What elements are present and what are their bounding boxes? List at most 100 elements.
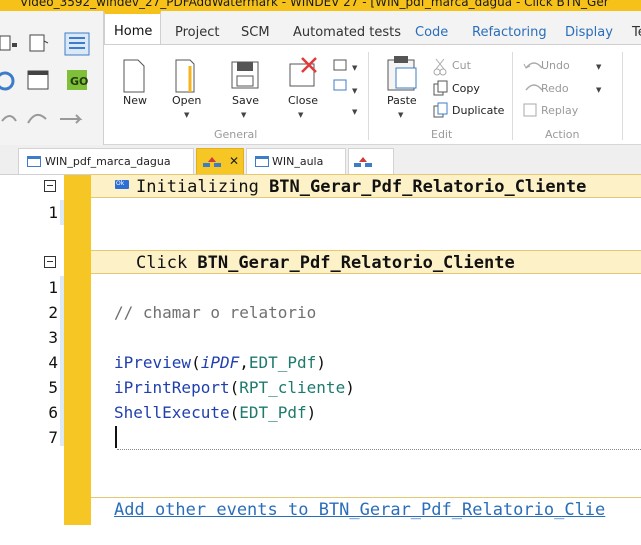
constant-arg: iPDF xyxy=(200,353,240,372)
undo-icon xyxy=(523,62,543,69)
cut-button[interactable]: Cut xyxy=(452,59,471,72)
replay-button[interactable]: Replay xyxy=(541,104,578,117)
tab-home-label: Home xyxy=(114,24,153,39)
save-dropdown-icon[interactable]: ▼ xyxy=(241,111,246,119)
paste-icon xyxy=(387,56,417,91)
window-title: Video_3592_windev_27_PDFAddWatermark - W… xyxy=(20,0,609,9)
line-number: 6 xyxy=(48,403,58,422)
tab-display[interactable]: Display xyxy=(565,25,613,40)
undo-button[interactable]: Undo xyxy=(541,59,570,72)
code-line-ipreview[interactable]: iPreview(iPDF,EDT_Pdf) xyxy=(114,353,326,372)
modified-lines-marker xyxy=(60,276,64,446)
document-tabs: WIN_pdf_marca_dagua ✕ WIN_aula xyxy=(0,145,641,175)
doc-tab-win-aula[interactable]: WIN_aula xyxy=(246,148,346,174)
line-number: 5 xyxy=(48,378,58,397)
scissors-icon xyxy=(433,58,447,76)
paren: ( xyxy=(229,378,240,397)
open-dropdown-icon[interactable]: ▼ xyxy=(184,111,189,119)
tab-refactoring[interactable]: Refactoring xyxy=(472,25,547,40)
quick-access-icons: GO xyxy=(0,32,90,124)
doc-tab-win-pdf-marca-dagua[interactable]: WIN_pdf_marca_dagua xyxy=(18,148,194,174)
redo-arrow-icon xyxy=(27,113,47,124)
close-dropdown-icon[interactable]: ▼ xyxy=(298,111,303,119)
group-separator xyxy=(512,52,513,140)
function-name: iPrintReport xyxy=(114,378,230,397)
go-icon: GO xyxy=(67,70,88,90)
new-button[interactable]: New xyxy=(123,94,147,107)
paren: ) xyxy=(306,403,317,422)
line-number: 2 xyxy=(48,303,58,322)
event-header-text: Click BTN_Gerar_Pdf_Relatorio_Cliente xyxy=(136,253,515,273)
code-element-icon xyxy=(354,157,372,167)
paste-button[interactable]: Paste xyxy=(387,94,417,107)
event-margin-bar xyxy=(64,175,91,525)
line-number: 1 xyxy=(48,278,58,297)
title-bar: Video_3592_windev_27_PDFAddWatermark - W… xyxy=(0,0,641,11)
tab-more[interactable]: Te xyxy=(632,25,641,40)
line-number: 7 xyxy=(48,428,58,447)
duplicate-button[interactable]: Duplicate xyxy=(452,104,504,117)
paren: ( xyxy=(229,403,240,422)
code-element-icon xyxy=(203,157,221,167)
window-icon xyxy=(27,156,41,167)
action-group-label: Action xyxy=(545,128,580,141)
events-separator xyxy=(91,497,641,498)
code-comment-line[interactable]: // chamar o relatorio xyxy=(114,303,316,322)
collapse-event2-icon[interactable] xyxy=(44,256,56,268)
line-number: 4 xyxy=(48,353,58,372)
open-icon xyxy=(175,59,195,93)
paren: ( xyxy=(191,353,201,372)
quick-access-panel: GO xyxy=(0,11,104,145)
line-number: 1 xyxy=(48,203,58,222)
tools-dropdown-2-icon[interactable]: ▼ xyxy=(352,87,357,95)
add-other-events-link[interactable]: Add other events to BTN_Gerar_Pdf_Relato… xyxy=(114,500,605,520)
tab-project[interactable]: Project xyxy=(175,25,219,40)
save-button[interactable]: Save xyxy=(232,94,259,107)
redo-button[interactable]: Redo xyxy=(541,82,569,95)
ok-badge-text: Ok xyxy=(116,180,125,187)
close-tab-icon[interactable]: ✕ xyxy=(229,154,239,168)
open-button[interactable]: Open xyxy=(172,94,201,107)
group-separator xyxy=(368,52,369,140)
close-button[interactable]: Close xyxy=(288,94,318,107)
collapse-event1-icon[interactable] xyxy=(44,180,56,192)
tab-scm[interactable]: SCM xyxy=(241,25,270,40)
tab-code[interactable]: Code xyxy=(415,25,448,40)
folder-icon xyxy=(29,34,49,52)
control-arg: EDT_Pdf xyxy=(248,353,317,372)
copy-button[interactable]: Copy xyxy=(452,82,480,95)
general-group-label: General xyxy=(214,128,258,141)
redo-icon xyxy=(525,84,543,91)
undo-dropdown-icon[interactable]: ▼ xyxy=(596,63,601,71)
duplicate-icon xyxy=(433,102,448,118)
paren: ) xyxy=(345,378,355,397)
tab-automated-tests[interactable]: Automated tests xyxy=(293,25,401,40)
copy-icon xyxy=(433,80,448,96)
event-control-name: BTN_Gerar_Pdf_Relatorio_Cliente xyxy=(197,253,515,273)
modified-lines-marker xyxy=(60,200,64,225)
tools-dropdown-3-icon[interactable]: ▼ xyxy=(352,108,357,116)
save-icon xyxy=(231,61,259,89)
doc-tab-code-2[interactable] xyxy=(348,148,394,174)
doc-tab-active-code[interactable]: ✕ xyxy=(196,148,244,174)
line-number: 3 xyxy=(48,328,58,347)
event-header-text: Initializing BTN_Gerar_Pdf_Relatorio_Cli… xyxy=(136,177,586,197)
report-arg: RPT_cliente xyxy=(239,378,346,397)
paste-dropdown-icon[interactable]: ▼ xyxy=(398,111,403,119)
tab-home[interactable]: Home xyxy=(104,11,161,45)
event-header-click: Click BTN_Gerar_Pdf_Relatorio_Cliente xyxy=(91,250,641,274)
svg-text:GO: GO xyxy=(70,75,88,88)
event-type: Initializing xyxy=(136,177,270,197)
event-type: Click xyxy=(136,253,198,273)
code-line-shellexecute[interactable]: ShellExecute(EDT_Pdf) xyxy=(114,403,316,422)
current-line-indicator xyxy=(117,449,641,450)
window-frame-icon xyxy=(27,70,49,90)
group-separator xyxy=(622,52,623,140)
window-icon xyxy=(255,156,269,167)
doc-tab-label: WIN_pdf_marca_dagua xyxy=(45,155,171,168)
tools-dropdown-1-icon[interactable]: ▼ xyxy=(352,64,357,72)
code-line-iprintreport[interactable]: iPrintReport(RPT_cliente) xyxy=(114,378,355,397)
edit-group-label: Edit xyxy=(431,128,453,141)
function-name: ShellExecute xyxy=(114,403,230,422)
redo-dropdown-icon[interactable]: ▼ xyxy=(596,86,601,94)
